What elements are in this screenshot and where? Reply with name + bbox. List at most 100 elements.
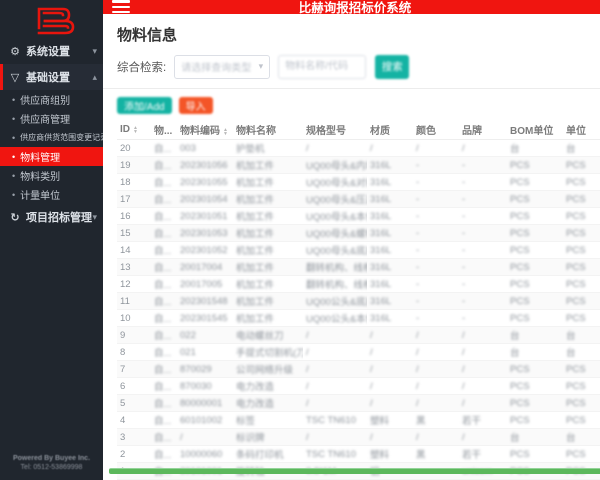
table-row[interactable]: 19自... 202301056 机加工件 UQ00母头&内堵...316L - - PCS… <box>117 156 600 174</box>
sidebar-item-2[interactable]: • 供应商组别 <box>0 90 103 109</box>
table-row[interactable]: 9 自... 022 电动螺丝刀 / / / / 台 台 <box>117 326 600 344</box>
cell-value: / <box>416 329 419 341</box>
table-row[interactable]: 15自... 202301053 机加工件 UQ00母头&螺帽...316L - - PCS… <box>117 224 600 242</box>
column-header[interactable]: ID ▲ ▼ <box>117 120 151 140</box>
row-cell: PCS <box>563 275 600 293</box>
menu-toggle-icon[interactable] <box>112 0 130 14</box>
row-cell: 台 <box>507 326 563 344</box>
row-id-cell: 18 <box>117 173 151 191</box>
table-row[interactable]: 10自... 202301545 机加工件 UQ00公头&本体...316L - - PCS… <box>117 309 600 327</box>
table-row[interactable]: 7 自... 870029 公司网络升级 / / / / PCS PCS <box>117 360 600 378</box>
row-cell: PCS <box>507 156 563 174</box>
row-cell: PCS <box>507 207 563 225</box>
cell-value: 塑料 <box>370 416 390 427</box>
sort-icon[interactable]: ▲ ▼ <box>223 127 228 136</box>
content-panel: 物料信息 综合检索: 请选择查询类型 ▾ 搜索 添加/Add 导入 ID▲▼物.… <box>103 14 600 480</box>
cell-value: 202301548 <box>180 295 228 307</box>
table-row[interactable]: 12自... 20017005 机加工件 翻转机构、线槽...316L - - PCS PCS <box>117 275 600 293</box>
search-input[interactable] <box>278 54 367 79</box>
cell-value: 20017005 <box>180 278 223 290</box>
cell-value: 自... <box>154 280 172 291</box>
row-cell: UQ00母头&底座... <box>303 241 367 259</box>
row-cell: PCS <box>507 309 563 327</box>
search-button[interactable]: 搜索 <box>375 54 410 79</box>
cell-value: PCS <box>510 227 530 239</box>
sidebar-item-7[interactable]: • 计量单位 <box>0 185 103 204</box>
cell-value: 护垫机 <box>236 144 265 155</box>
chevron-down-icon: ▾ <box>258 61 264 71</box>
sort-icon[interactable]: ▲ ▼ <box>133 125 138 134</box>
row-id-cell: 17 <box>117 190 151 208</box>
row-cell: PCS <box>507 241 563 259</box>
cell-value: 手提式切割机(刀片) <box>236 348 303 359</box>
row-cell: 护垫机 <box>233 139 303 157</box>
table-row[interactable]: 20 自... 003 护垫机 / / / / 台 台 <box>117 139 600 157</box>
sidebar-item-5[interactable]: • 物料管理 <box>0 147 103 166</box>
cell-value: PCS <box>510 312 530 324</box>
row-cell: / <box>459 326 507 344</box>
row-cell: 电力改造 <box>233 394 303 412</box>
table-row[interactable]: 3 自... / 标识牌 / / / / 台 台 <box>117 428 600 446</box>
import-button[interactable]: 导入 <box>178 96 213 114</box>
table-row[interactable]: 14自... 202301052 机加工件 UQ00母头&底座...316L - - PCS… <box>117 241 600 259</box>
row-cell: PCS <box>563 445 600 463</box>
cell-value: / <box>416 363 419 375</box>
cell-value: 202301055 <box>180 176 228 188</box>
cell-value: 自... <box>154 416 172 427</box>
cell-value: / <box>462 397 465 409</box>
add-button[interactable]: 添加/Add <box>117 96 172 114</box>
row-cell: 台 <box>507 343 563 361</box>
section-divider <box>103 87 600 89</box>
sidebar-item-4[interactable]: • 供应商供货范围变更记录 <box>0 128 103 147</box>
row-cell: PCS <box>563 207 600 225</box>
row-cell: UQ00公头&本体... <box>303 309 367 327</box>
cell-value: 自... <box>154 212 172 223</box>
sidebar-item-6[interactable]: • 物料类别 <box>0 166 103 185</box>
table-row[interactable]: 4 自... 60101002 标签 TSC TN610 塑料 黑 若干 PCS PCS <box>117 411 600 429</box>
sidebar-item-label: 供应商供货范围变更记录 <box>20 133 103 142</box>
sidebar-item-label: 供应商组别 <box>20 96 71 107</box>
row-cell: / <box>459 377 507 395</box>
row-cell: PCS <box>507 173 563 191</box>
cell-value: 机加工件 <box>236 263 275 274</box>
row-id-cell: 4 <box>117 411 151 429</box>
row-cell: 自... <box>151 326 177 344</box>
cell-value: 022 <box>180 329 196 341</box>
table-row[interactable]: 8自...021手提式切割机(刀片)////台台 <box>117 343 600 361</box>
brand-logo[interactable] <box>0 0 103 36</box>
table-row[interactable]: 13自... 20017004 机加工件 翻转机构、线槽...316L - - PCS PCS <box>117 258 600 276</box>
row-cell: / <box>303 377 367 395</box>
cell-value: 202301054 <box>180 193 228 205</box>
row-cell: PCS <box>507 377 563 395</box>
row-cell: 自... <box>151 445 177 463</box>
table-row[interactable]: 11自... 202301548 机加工件 UQ00公头&底座...316L - - PCS… <box>117 292 600 310</box>
row-cell: 316L <box>367 190 413 208</box>
row-cell: / <box>367 394 413 412</box>
table-row[interactable]: 16自... 202301051 机加工件 UQ00母头&本体...316L - - PCS… <box>117 207 600 225</box>
cell-value: 021 <box>180 346 196 358</box>
horizontal-scrollbar[interactable] <box>109 468 600 474</box>
sidebar-item-3[interactable]: • 供应商管理 <box>0 109 103 128</box>
cell-value: 标识牌 <box>236 433 265 444</box>
table-row[interactable]: 2 自... 10000060 条码打印机 TSC TN610 塑料 黑 若干 PCS PCS <box>117 445 600 463</box>
cell-value: PCS <box>566 448 586 460</box>
column-header[interactable]: 物料编码 ▲ ▼ <box>177 120 233 140</box>
cell-value: PCS <box>510 261 530 273</box>
cell-value: / <box>416 346 419 358</box>
cell-value: UQ00公头&本体... <box>306 314 367 325</box>
row-cell: PCS <box>507 190 563 208</box>
table-row[interactable]: 18自... 202301055 机加工件 UQ00母头&对接...316L - - PCS… <box>117 173 600 191</box>
row-cell: / <box>177 428 233 446</box>
sidebar-group-1[interactable]: ▽ 基础设置 ▴ <box>0 64 103 90</box>
search-type-select[interactable]: 请选择查询类型 ▾ <box>174 54 271 79</box>
column-header-label: ID <box>120 124 130 136</box>
cell-value: PCS <box>510 380 530 392</box>
table-row[interactable]: 5 自... 80000001 电力改造 / / / / PCS PCS <box>117 394 600 412</box>
sidebar-group-0[interactable]: ⚙ 系统设置 ▾ <box>0 38 103 64</box>
cell-value: 自... <box>154 365 172 376</box>
cell-value: 316L <box>370 210 392 222</box>
table-row[interactable]: 17自... 202301054 机加工件 UQ00母头&压盖...316L - - PCS… <box>117 190 600 208</box>
cell-value: / <box>416 380 419 392</box>
table-row[interactable]: 6 自... 870030 电力改造 / / / / PCS PCS <box>117 377 600 395</box>
sidebar-group-8[interactable]: ↻ 项目招标管理 ▾ <box>0 204 103 230</box>
